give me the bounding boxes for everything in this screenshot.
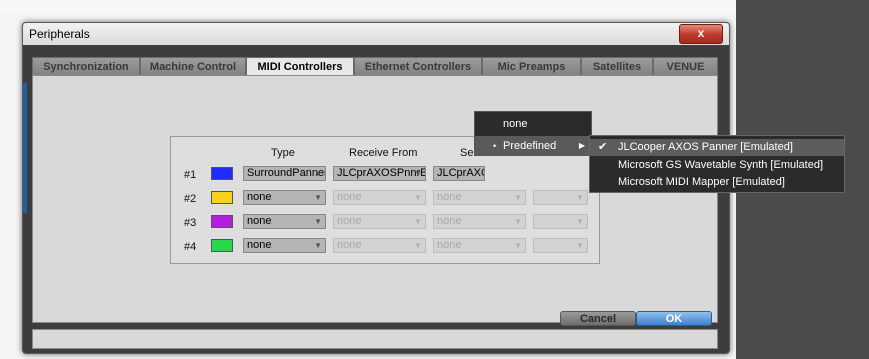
tab-mic-preamps[interactable]: Mic Preamps: [482, 57, 581, 75]
row-color-swatch[interactable]: [211, 191, 233, 204]
tab-midi-controllers[interactable]: MIDI Controllers: [246, 57, 354, 76]
predefined-submenu: ✔ JLCooper AXOS Panner [Emulated] Micros…: [589, 135, 845, 193]
send-to-select[interactable]: JLCprAXOS: [433, 166, 485, 181]
tab-machine-control[interactable]: Machine Control: [140, 57, 246, 75]
type-select[interactable]: none ▼: [243, 214, 326, 229]
receive-from-select: none ▼: [333, 190, 426, 205]
type-select[interactable]: none ▼: [243, 190, 326, 205]
type-value: none: [247, 191, 272, 203]
chevron-down-icon: ▼: [414, 217, 422, 226]
chevron-down-icon: ▼: [514, 193, 522, 202]
send-to-dropdown-menu: none • Predefined ▶: [474, 111, 592, 156]
type-value: none: [247, 239, 272, 251]
receive-value: none: [337, 191, 362, 203]
receive-value: none: [337, 239, 362, 251]
row-number: #2: [184, 193, 197, 205]
chevron-down-icon: ▼: [576, 217, 584, 226]
receive-from-select: none ▼: [333, 238, 426, 253]
send-value: JLCprAXOS: [437, 167, 484, 179]
tab-ethernet-controllers[interactable]: Ethernet Controllers: [354, 57, 482, 75]
chevron-down-icon: ▼: [414, 193, 422, 202]
send-to-select: none ▼: [433, 238, 526, 253]
send-value: none: [437, 215, 462, 227]
header-type: Type: [271, 147, 295, 159]
window-title: Peripherals: [29, 27, 90, 41]
submenu-item-label: JLCooper AXOS Panner [Emulated]: [618, 141, 793, 153]
tab-synchronization[interactable]: Synchronization: [32, 57, 140, 75]
checkmark-icon: ✔: [598, 141, 608, 153]
submenu-item-ms-midi-mapper[interactable]: Microsoft MIDI Mapper [Emulated]: [590, 174, 844, 191]
receive-value: JLCprAXOSPnnrE: [337, 167, 426, 179]
header-receive-from: Receive From: [349, 147, 418, 159]
chevron-down-icon: ▼: [514, 241, 522, 250]
bullet-icon: •: [493, 141, 497, 151]
row-color-swatch[interactable]: [211, 167, 233, 180]
chevron-down-icon: ▼: [576, 193, 584, 202]
tab-venue[interactable]: VENUE: [653, 57, 718, 75]
type-select[interactable]: SurroundPanner ▼: [243, 166, 326, 181]
chevron-down-icon: ▼: [514, 217, 522, 226]
chevron-down-icon: ▼: [414, 241, 422, 250]
receive-from-select[interactable]: JLCprAXOSPnnrE ▼: [333, 166, 426, 181]
row-number: #3: [184, 217, 197, 229]
chevron-down-icon: ▼: [314, 169, 322, 178]
row-number: #4: [184, 241, 197, 253]
title-bar[interactable]: Peripherals x: [23, 23, 729, 45]
ok-button[interactable]: OK: [636, 311, 712, 326]
type-select[interactable]: none ▼: [243, 238, 326, 253]
button-bar: [32, 329, 718, 349]
channels-select: ▼: [533, 238, 588, 253]
row-number: #1: [184, 169, 197, 181]
menu-item-predefined[interactable]: • Predefined ▶: [475, 136, 591, 156]
send-to-select: none ▼: [433, 214, 526, 229]
row-color-swatch[interactable]: [211, 215, 233, 228]
receive-value: none: [337, 215, 362, 227]
midi-controllers-panel: Type Receive From Send To # Ch's #1 Surr…: [32, 75, 718, 323]
channels-select: ▼: [533, 190, 588, 205]
cancel-button[interactable]: Cancel: [560, 311, 636, 326]
menu-item-label: Predefined: [503, 140, 557, 152]
tab-satellites[interactable]: Satellites: [581, 57, 653, 75]
tab-bar: Synchronization Machine Control MIDI Con…: [32, 57, 718, 76]
type-value: none: [247, 215, 272, 227]
menu-item-none[interactable]: none: [475, 114, 591, 134]
send-value: none: [437, 191, 462, 203]
close-button[interactable]: x: [679, 24, 723, 44]
send-to-select: none ▼: [433, 190, 526, 205]
chevron-down-icon: ▼: [576, 241, 584, 250]
send-value: none: [437, 239, 462, 251]
submenu-item-jlcooper[interactable]: ✔ JLCooper AXOS Panner [Emulated]: [590, 139, 844, 156]
chevron-down-icon: ▼: [314, 193, 322, 202]
receive-from-select: none ▼: [333, 214, 426, 229]
chevron-right-icon: ▶: [578, 141, 585, 150]
row-color-swatch[interactable]: [211, 239, 233, 252]
chevron-down-icon: ▼: [314, 241, 322, 250]
chevron-down-icon: ▼: [414, 169, 422, 178]
channels-select: ▼: [533, 214, 588, 229]
chevron-down-icon: ▼: [314, 217, 322, 226]
submenu-item-ms-gs-wavetable[interactable]: Microsoft GS Wavetable Synth [Emulated]: [590, 157, 844, 174]
window-edge-accent: [23, 83, 27, 213]
